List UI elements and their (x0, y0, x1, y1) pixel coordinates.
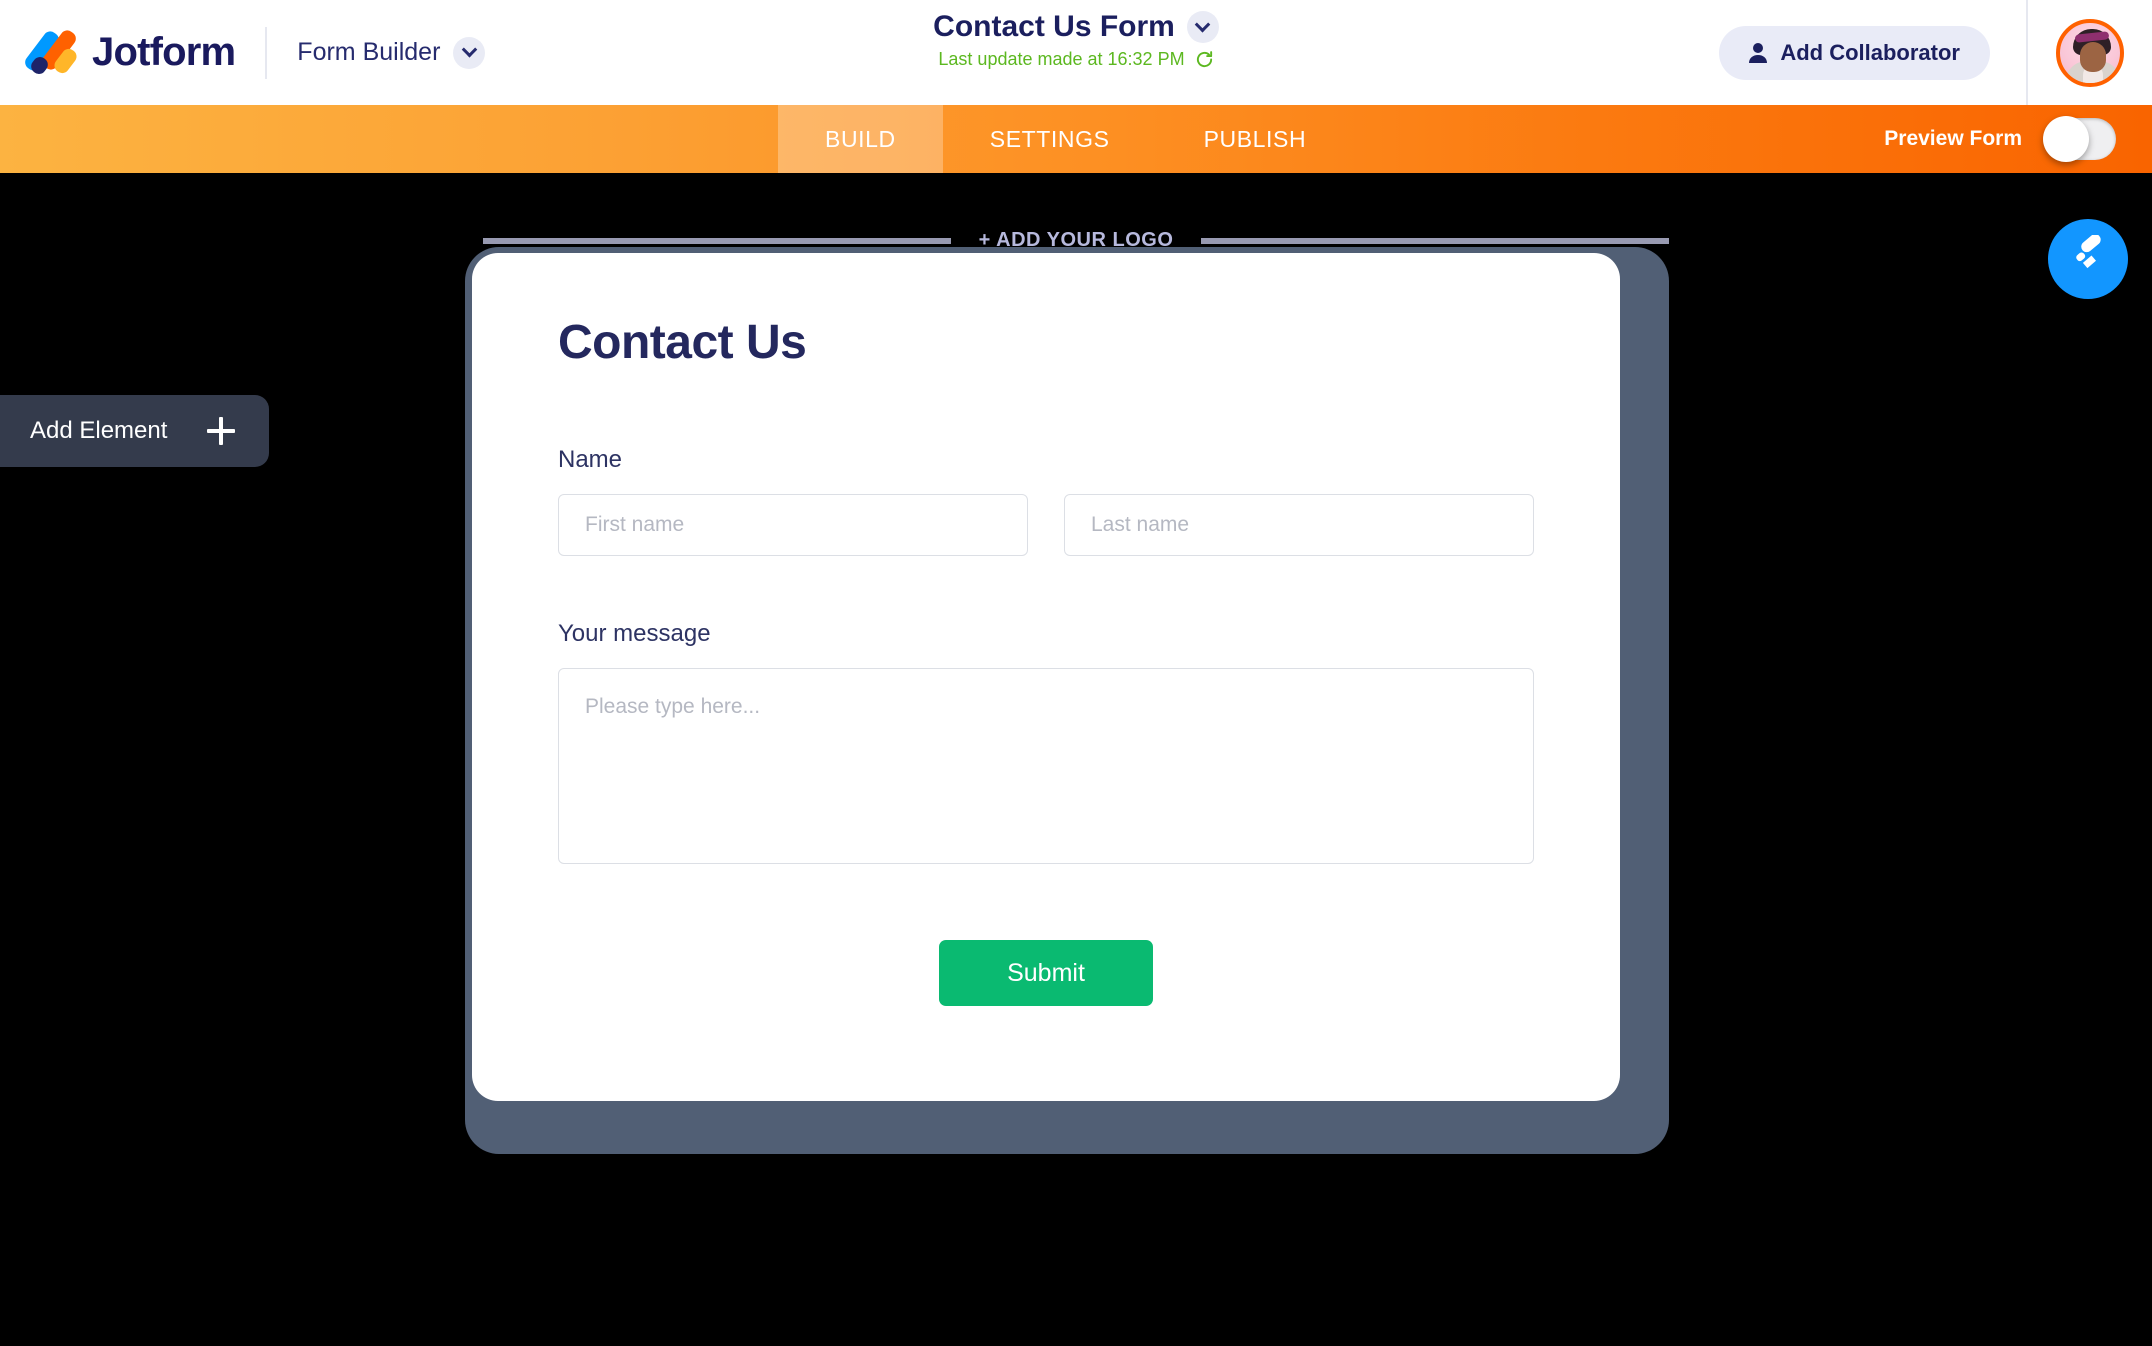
tab-build[interactable]: BUILD (778, 105, 943, 173)
field-label-message: Your message (558, 620, 711, 647)
preview-form-toggle[interactable] (2043, 116, 2116, 162)
nav-tabs: BUILD SETTINGS PUBLISH (778, 105, 1353, 173)
tab-settings[interactable]: SETTINGS (943, 105, 1157, 173)
chevron-down-icon[interactable] (1186, 11, 1219, 43)
top-header: Jotform Form Builder Contact Us Form Las… (0, 0, 2152, 105)
plus-icon (207, 417, 236, 445)
add-collaborator-label: Add Collaborator (1780, 39, 1960, 65)
preview-form-control[interactable]: Preview Form (1884, 116, 2152, 162)
brand-logo[interactable]: Jotform (0, 27, 236, 77)
avatar[interactable] (2056, 18, 2124, 87)
tab-publish[interactable]: PUBLISH (1157, 105, 1354, 173)
last-update-row: Last update made at 16:32 PM (938, 49, 1213, 70)
header-divider-2 (2026, 0, 2028, 105)
form-canvas: Add Element + ADD YOUR LOGO Contact Us N… (0, 173, 2152, 1346)
add-collaborator-button[interactable]: Add Collaborator (1719, 25, 1990, 80)
submit-button[interactable]: Submit (939, 940, 1153, 1006)
last-name-input[interactable]: Last name (1064, 494, 1534, 556)
form-builder-menu[interactable]: Form Builder (297, 36, 486, 69)
chevron-down-icon[interactable] (453, 36, 486, 69)
form-title-row[interactable]: Contact Us Form (933, 10, 1219, 44)
header-right: Add Collaborator (1719, 0, 2152, 105)
brand-name: Jotform (92, 30, 236, 74)
field-message: Your message Please type here... (558, 620, 1534, 864)
last-update-text: Last update made at 16:32 PM (938, 49, 1185, 69)
name-inputs-row: First name Last name (558, 494, 1534, 556)
refresh-icon[interactable] (1195, 50, 1214, 69)
logo-divider-right (1201, 237, 1670, 244)
submit-row: Submit (558, 940, 1534, 1006)
person-icon (1749, 42, 1768, 64)
field-name: Name First name Last name (558, 446, 1534, 556)
main-nav-bar: BUILD SETTINGS PUBLISH Preview Form (0, 105, 2152, 173)
first-name-input[interactable]: First name (558, 494, 1028, 556)
form-heading: Contact Us (558, 316, 807, 369)
logo-divider-left (482, 237, 951, 244)
add-element-button[interactable]: Add Element (0, 395, 270, 467)
add-element-label: Add Element (30, 417, 168, 444)
preview-form-label: Preview Form (1884, 127, 2022, 150)
form-builder-label: Form Builder (297, 38, 441, 66)
message-input[interactable]: Please type here... (558, 668, 1534, 864)
jotform-logo-icon (22, 27, 80, 77)
header-divider (265, 26, 268, 79)
form-card: Contact Us Name First name Last name You… (472, 253, 1620, 1101)
page-title: Contact Us Form (933, 10, 1175, 43)
field-label-name: Name (558, 446, 623, 473)
